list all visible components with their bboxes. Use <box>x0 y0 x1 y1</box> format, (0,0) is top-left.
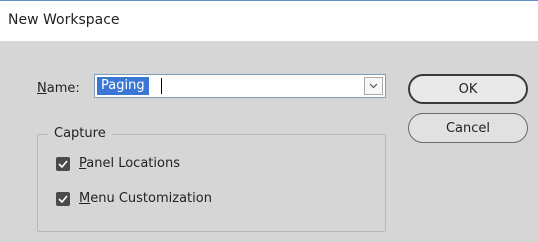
text-cursor <box>161 78 162 94</box>
panel-locations-checkbox[interactable] <box>56 156 70 171</box>
checkmark-icon <box>58 194 68 203</box>
menu-customization-option[interactable]: Menu Customization <box>56 191 212 206</box>
new-workspace-dialog: New Workspace Name: Paging OK Cancel Cap… <box>0 0 538 242</box>
menu-customization-text: enu Customization <box>90 191 212 206</box>
checkmark-icon <box>58 159 68 168</box>
workspace-name-combobox[interactable]: Paging <box>94 74 386 98</box>
chevron-down-icon <box>369 83 378 89</box>
panel-locations-text: anel Locations <box>86 156 180 171</box>
dropdown-button[interactable] <box>364 77 383 95</box>
cancel-button[interactable]: Cancel <box>408 113 528 143</box>
name-label: Name: <box>37 81 80 96</box>
name-label-text: ame: <box>46 81 80 96</box>
cancel-button-label: Cancel <box>445 120 491 136</box>
capture-group-legend: Capture <box>48 126 112 141</box>
name-label-mnemonic: N <box>37 81 47 96</box>
menu-customization-mnemonic: M <box>79 191 91 206</box>
workspace-name-value[interactable]: Paging <box>97 77 149 95</box>
ok-button[interactable]: OK <box>408 74 528 104</box>
panel-locations-label: Panel Locations <box>79 156 180 171</box>
dialog-title: New Workspace <box>8 12 120 28</box>
ok-button-label: OK <box>458 81 478 97</box>
capture-group: Capture Panel Locations Menu Customizati… <box>37 126 386 232</box>
menu-customization-label: Menu Customization <box>79 191 212 206</box>
panel-locations-option[interactable]: Panel Locations <box>56 156 180 171</box>
title-bar: New Workspace <box>0 0 538 41</box>
menu-customization-checkbox[interactable] <box>56 191 70 206</box>
